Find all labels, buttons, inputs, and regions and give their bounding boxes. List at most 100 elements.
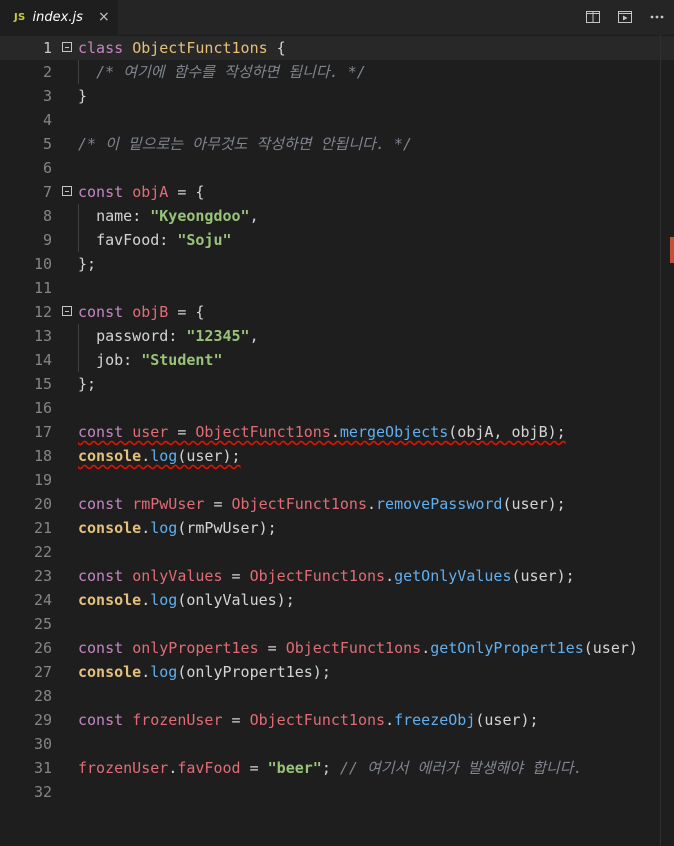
fold-toggle-icon[interactable] <box>62 186 72 196</box>
code-token: ; <box>321 759 340 777</box>
code-line[interactable]: 28 <box>0 684 674 708</box>
code-line[interactable]: 16 <box>0 396 674 420</box>
code-token: user <box>132 423 169 441</box>
line-number: 20 <box>33 495 52 513</box>
code-text: /* 이 밑으로는 아무것도 작성하면 안됩니다. */ <box>78 132 412 156</box>
code-text: console.log(user); <box>78 444 241 468</box>
code-token: (onlyValues); <box>177 591 295 609</box>
code-token: "Soju" <box>177 231 232 249</box>
code-line[interactable]: 14 job: "Student" <box>0 348 674 372</box>
code-line[interactable]: 11 <box>0 276 674 300</box>
tab-index-js[interactable]: JS index.js × <box>0 0 119 35</box>
code-token: ObjectFunct1ons <box>195 423 331 441</box>
code-token: : <box>123 351 142 369</box>
code-token: objB <box>132 303 169 321</box>
code-token: } <box>78 87 88 105</box>
code-line[interactable]: 8 name: "Kyeongdoo", <box>0 204 674 228</box>
code-line[interactable]: 23 const onlyValues = ObjectFunct1ons.get… <box>0 564 674 588</box>
more-actions-icon[interactable] <box>646 7 668 27</box>
code-line[interactable]: 20 const rmPwUser = ObjectFunct1ons.remov… <box>0 492 674 516</box>
line-number: 15 <box>33 375 52 393</box>
code-token: = { <box>168 303 205 321</box>
line-number: 28 <box>33 687 52 705</box>
line-number: 7 <box>42 183 52 201</box>
vertical-scrollbar[interactable] <box>660 35 674 846</box>
code-line[interactable]: 27 console.log(onlyPropert1es); <box>0 660 674 684</box>
code-token: . <box>385 567 395 585</box>
code-token: . <box>385 711 395 729</box>
code-line[interactable]: 25 <box>0 612 674 636</box>
code-token: /* 여기에 함수를 작성하면 됩니다. */ <box>96 63 366 81</box>
code-token: = { <box>168 183 205 201</box>
line-number: 25 <box>33 615 52 633</box>
code-token: ObjectFunct1ons <box>285 639 422 657</box>
code-line[interactable]: 18 console.log(user); <box>0 444 674 468</box>
code-token: favFood <box>177 759 241 777</box>
code-token: . <box>330 423 340 441</box>
code-line[interactable]: 13 password: "12345", <box>0 324 674 348</box>
code-text: }; <box>78 372 96 396</box>
line-number: 14 <box>33 351 52 369</box>
code-token: getOnlyPropert1es <box>430 639 584 657</box>
line-number: 18 <box>33 447 52 465</box>
code-token: . <box>141 519 151 537</box>
line-number: 30 <box>33 735 52 753</box>
line-number: 17 <box>33 423 52 441</box>
code-line[interactable]: 15}; <box>0 372 674 396</box>
code-line[interactable]: 3} <box>0 84 674 108</box>
code-token: , <box>249 327 259 345</box>
close-icon[interactable]: × <box>98 8 110 26</box>
line-number: 19 <box>33 471 52 489</box>
code-line[interactable]: 19 <box>0 468 674 492</box>
code-token: name <box>96 207 133 225</box>
code-line[interactable]: 1 class ObjectFunct1ons { <box>0 36 674 60</box>
tab-bar: JS index.js × <box>0 0 674 35</box>
code-line[interactable]: 29 const frozenUser = ObjectFunct1ons.fre… <box>0 708 674 732</box>
code-line[interactable]: 4 <box>0 108 674 132</box>
code-token: favFood <box>96 231 160 249</box>
code-line[interactable]: 5 /* 이 밑으로는 아무것도 작성하면 안됩니다. */ <box>0 132 674 156</box>
code-token: password <box>96 327 169 345</box>
code-line[interactable]: 7 const objA = { <box>0 180 674 204</box>
code-text: } <box>78 84 87 108</box>
code-token: . <box>168 759 178 777</box>
code-token: , <box>249 207 259 225</box>
code-line[interactable]: 32 <box>0 780 674 804</box>
fold-toggle-icon[interactable] <box>62 306 72 316</box>
split-editor-icon[interactable] <box>582 7 604 27</box>
code-line[interactable]: 30 <box>0 732 674 756</box>
code-line[interactable]: 17 const user = ObjectFunct1ons.mergeObje… <box>0 420 674 444</box>
code-text: }; <box>78 252 96 276</box>
line-number: 31 <box>33 759 52 777</box>
code-token: const <box>78 423 124 441</box>
fold-toggle-icon[interactable] <box>62 42 72 52</box>
code-line[interactable]: 31 frozenUser.favFood = "beer"; // 여기서 에러… <box>0 756 674 780</box>
code-token: console <box>78 519 142 537</box>
code-token: : <box>132 207 151 225</box>
code-line[interactable]: 24 console.log(onlyValues); <box>0 588 674 612</box>
code-line[interactable]: 10}; <box>0 252 674 276</box>
code-editor[interactable]: 1 class ObjectFunct1ons {2 /* 여기에 함수를 작성하… <box>0 35 674 846</box>
line-number: 5 <box>42 135 52 153</box>
code-token: = <box>222 567 250 585</box>
line-number: 32 <box>33 783 52 801</box>
code-line[interactable]: 22 <box>0 540 674 564</box>
code-token: objA <box>132 183 169 201</box>
open-preview-icon[interactable] <box>614 7 636 27</box>
code-text: const rmPwUser = ObjectFunct1ons.removeP… <box>78 492 566 516</box>
code-line[interactable]: 12 const objB = { <box>0 300 674 324</box>
code-token: const <box>78 567 124 585</box>
code-token: class <box>78 39 124 57</box>
code-line[interactable]: 26 const onlyPropert1es = ObjectFunct1ons… <box>0 636 674 660</box>
code-line[interactable]: 9 favFood: "Soju" <box>0 228 674 252</box>
code-token: = <box>168 423 196 441</box>
code-line[interactable]: 2 /* 여기에 함수를 작성하면 됩니다. */ <box>0 60 674 84</box>
code-line[interactable]: 6 <box>0 156 674 180</box>
line-number: 10 <box>33 255 52 273</box>
code-line[interactable]: 21 console.log(rmPwUser); <box>0 516 674 540</box>
